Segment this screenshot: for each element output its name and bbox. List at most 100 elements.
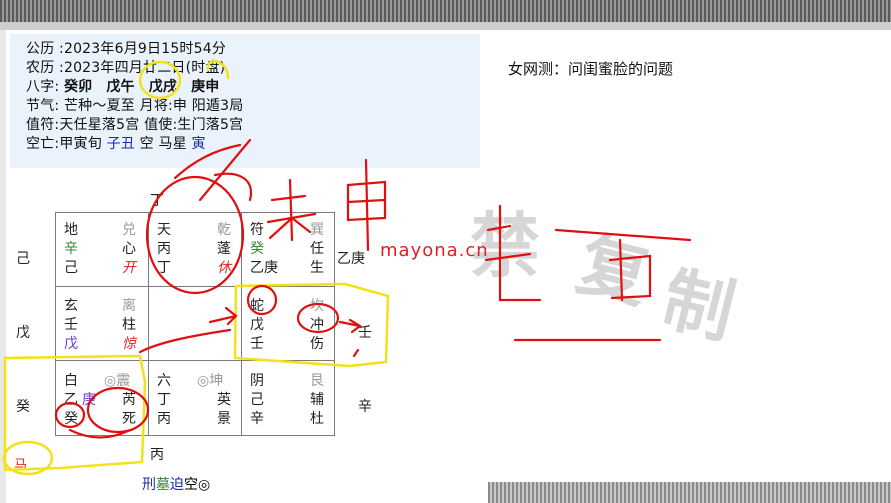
right-label-3: 辛 [358, 399, 372, 415]
watermark-glyph-3: 制 [654, 257, 743, 355]
palace-star: 蓬 [217, 241, 231, 257]
palace-qian: 天 乾 丙 蓬 丁 休 [149, 213, 241, 287]
palace-stem2: 壬 [250, 336, 264, 352]
palace-xun-left: 地 兑 辛 心 己 开 [56, 213, 148, 287]
question-text: 女网测：问闺蜜脸的问题 [508, 60, 674, 78]
palace-door: 伤 [310, 336, 324, 352]
yellow-circle-horse [2, 440, 54, 476]
palace-god: 白 [64, 373, 78, 389]
palace-stem2: 丙 [157, 411, 171, 427]
bottom-label: 丙 [150, 447, 164, 463]
palace-door: 景 [217, 411, 231, 427]
palace-kan: 蛇 坎 戊 冲 壬 伤 [242, 287, 334, 361]
palace-door: 死 [122, 411, 136, 427]
bazi-year: 癸卯 [63, 79, 93, 95]
palace-god: 玄 [64, 298, 78, 314]
palace-gua: 兑 [122, 222, 136, 238]
kongwang-prefix: 空亡:甲寅旬 [26, 136, 102, 152]
left-label-1: 己 [16, 251, 30, 267]
kongwang-line: 空亡:甲寅旬 子丑 空 马星 寅 [26, 133, 206, 153]
left-label-3: 癸 [16, 399, 30, 415]
palace-stem: 癸 [250, 241, 264, 257]
palace-god: 符 [250, 222, 264, 238]
bazi-line: 八字: 癸卯 戊午 戊戌 庚申 [26, 76, 219, 96]
right-label-2: 壬 [358, 325, 372, 341]
palace-door: 惊 [122, 336, 136, 352]
top-frame-shadow [0, 22, 891, 30]
palace-kun: 六 ◎坤 丁 英 丙 景 [149, 361, 241, 435]
bazi-month: 戊午 [106, 79, 135, 95]
mark-po: 迫 [170, 477, 184, 493]
palace-center [149, 287, 241, 361]
palace-star: 辅 [310, 392, 324, 408]
mark-xing: 刑 [142, 477, 156, 493]
bazi-label: 八字: [26, 79, 60, 95]
palace-gua: 艮 [310, 373, 324, 389]
palace-stem: 戊 [250, 317, 264, 333]
palace-stem2: 乙庚 [250, 260, 278, 276]
bazi-hour: 庚申 [191, 79, 220, 95]
palace-stem: 己 [250, 392, 264, 408]
gregorian-date: 公历 :2023年6月9日15时54分 [26, 41, 227, 57]
palace-stem: 辛 [64, 241, 78, 257]
bottom-frame-bar [488, 482, 891, 503]
palace-star: 任 [310, 241, 324, 257]
lunar-date: 农历 :2023年四月廿二日(时盘) [26, 60, 226, 76]
palace-star: 心 [122, 241, 136, 257]
palace-stem: 乙 [64, 392, 78, 408]
palace-gua: ◎坤 [197, 373, 224, 389]
kongwang-mid: 空 马星 [139, 136, 187, 152]
left-edge [0, 30, 6, 503]
palace-stem2: 戊 [64, 336, 78, 352]
site-watermark: mayona.cn [380, 240, 489, 261]
palace-gua: 离 [122, 298, 136, 314]
palace-door: 杜 [310, 411, 324, 427]
palace-stem: 壬 [64, 317, 78, 333]
palace-stem2: 丁 [157, 260, 171, 276]
horse-label: 马 [14, 458, 28, 473]
palace-god: 地 [64, 222, 78, 238]
palace-star: 冲 [310, 317, 324, 333]
palace-stem: 丙 [157, 241, 171, 257]
palace-gen: 阴 艮 己 辅 辛 杜 [242, 361, 334, 435]
palace-li: 玄 离 壬 柱 戊 惊 [56, 287, 148, 361]
palace-gua: 巽 [310, 222, 324, 238]
palace-stem: 丁 [157, 392, 171, 408]
status-marks: 刑墓迫空◎ [142, 474, 210, 494]
palace-god: 六 [157, 373, 171, 389]
kongwang-horse: 寅 [191, 136, 206, 152]
palace-star: 芮 [122, 392, 136, 408]
palace-door: 开 [122, 260, 136, 276]
solar-term-line: 节气: 芒种～夏至 月将:申 阳遁3局 [26, 98, 244, 114]
palace-god: 蛇 [250, 298, 264, 314]
palace-stem-extra: 庚 [82, 392, 96, 408]
palace-star: 英 [217, 392, 231, 408]
zhifu-line: 值符:天任星落5宫 值使:生门落5宫 [26, 117, 244, 133]
mark-circle: ◎ [198, 477, 211, 493]
mark-kong: 空 [184, 477, 198, 493]
red-glyph-shen [346, 158, 387, 252]
palace-door: 休 [217, 260, 231, 276]
palace-gua: 乾 [217, 222, 231, 238]
top-frame-bar [0, 0, 891, 22]
right-label-1: 乙庚 [337, 251, 365, 267]
watermark-glyph-2: 复 [569, 222, 658, 320]
bazi-day: 戊戌 [148, 79, 178, 95]
palace-zhen: 白 ◎震 乙 庚 芮 癸 死 [56, 361, 148, 435]
palace-star: 柱 [122, 317, 136, 333]
palace-xun: 符 巽 癸 任 乙庚 生 [242, 213, 334, 287]
palace-stem2: 癸 [64, 411, 78, 427]
top-label: 丁 [150, 193, 164, 209]
palace-stem2: 己 [64, 260, 78, 276]
palace-god: 阴 [250, 373, 264, 389]
palace-door: 生 [310, 260, 324, 276]
palace-gua: ◎震 [104, 373, 131, 389]
palace-god: 天 [157, 222, 171, 238]
nine-palace-grid: 地 兑 辛 心 己 开 天 乾 丙 蓬 丁 休 符 巽 癸 任 乙庚 生 玄 离… [55, 212, 335, 436]
palace-gua: 坎 [310, 298, 324, 314]
mark-mu: 墓 [156, 477, 170, 493]
kongwang-kong: 子丑 [106, 136, 135, 152]
red-arrow-right [338, 318, 362, 334]
left-label-2: 戊 [16, 325, 30, 341]
red-tick [352, 348, 360, 358]
